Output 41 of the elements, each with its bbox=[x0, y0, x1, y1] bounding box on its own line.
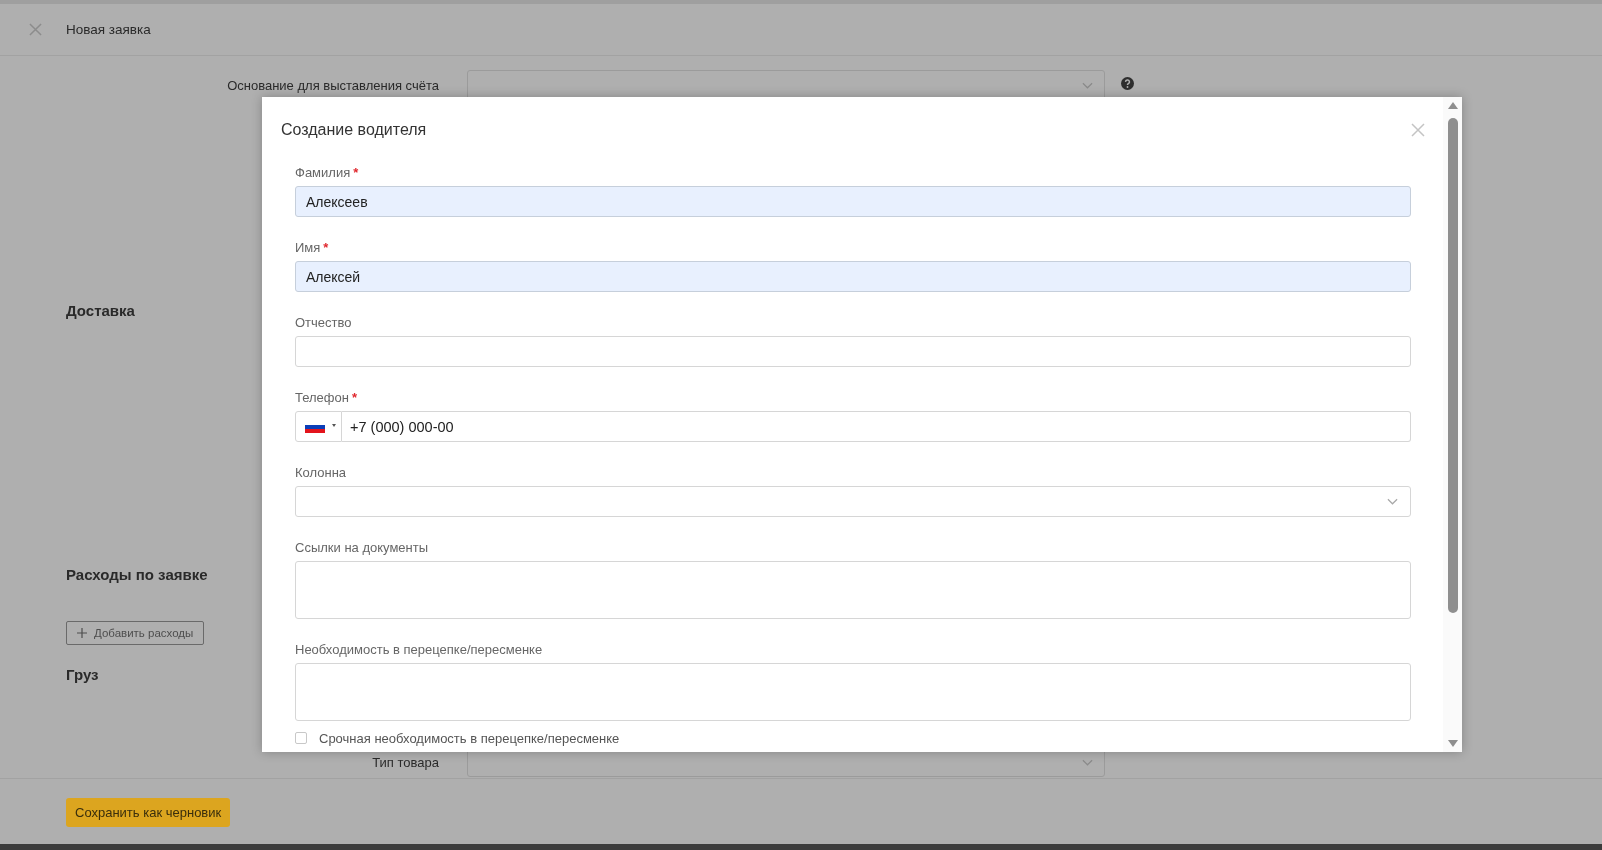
field-label: Телефон bbox=[295, 390, 349, 406]
chevron-down-icon bbox=[1082, 81, 1093, 89]
field-label: Отчество bbox=[295, 315, 352, 331]
field-label: Колонна bbox=[295, 465, 347, 481]
required-mark: * bbox=[323, 240, 329, 256]
field-label: Фамилия bbox=[295, 165, 351, 181]
save-draft-button[interactable]: Сохранить как черновик bbox=[66, 798, 231, 827]
plus-icon bbox=[77, 628, 87, 638]
help-icon[interactable] bbox=[1121, 76, 1134, 90]
section-title: Расходы по заявке bbox=[66, 565, 208, 585]
required-mark: * bbox=[353, 165, 359, 181]
page-title: Новая заявка bbox=[66, 22, 151, 37]
select-field[interactable] bbox=[295, 486, 1411, 517]
section-title: Груз bbox=[66, 665, 99, 685]
country-select[interactable] bbox=[295, 411, 342, 442]
input-field[interactable]: Алексеев bbox=[295, 186, 1411, 217]
field-label: Ссылки на документы bbox=[295, 540, 429, 556]
field-label: Имя bbox=[295, 240, 321, 256]
checkbox[interactable] bbox=[295, 732, 307, 744]
field-label: Основание для выставления счёта bbox=[226, 77, 439, 93]
section-title: Доставка bbox=[66, 301, 135, 321]
add-expenses-button[interactable]: Добавить расходы bbox=[66, 621, 205, 645]
field-label: Необходимость в перецепке/пересменке bbox=[295, 642, 543, 658]
chevron-down-icon bbox=[1082, 758, 1093, 766]
arrow-up-icon[interactable] bbox=[1447, 102, 1458, 109]
textarea-field[interactable] bbox=[295, 663, 1411, 721]
caret-icon bbox=[332, 423, 336, 427]
checkbox-label: Срочная необходимость в перецепке/пересменке bbox=[319, 730, 620, 746]
scrollbar-thumb[interactable] bbox=[1447, 118, 1458, 613]
phone-input[interactable]: +7 (000) 000-00 bbox=[342, 411, 1411, 442]
textarea-field[interactable] bbox=[295, 561, 1411, 619]
field-label: Тип товара bbox=[371, 754, 439, 770]
input-field[interactable] bbox=[295, 336, 1411, 367]
required-mark: * bbox=[351, 390, 357, 406]
close-icon[interactable] bbox=[29, 23, 42, 36]
chevron-down-icon bbox=[1387, 498, 1398, 505]
scrollbar[interactable] bbox=[1443, 97, 1462, 752]
dialog-title: Создание водителя bbox=[281, 121, 427, 139]
input-field[interactable]: Алексей bbox=[295, 261, 1411, 292]
arrow-down-icon[interactable] bbox=[1447, 740, 1458, 747]
close-icon[interactable] bbox=[1411, 123, 1425, 137]
